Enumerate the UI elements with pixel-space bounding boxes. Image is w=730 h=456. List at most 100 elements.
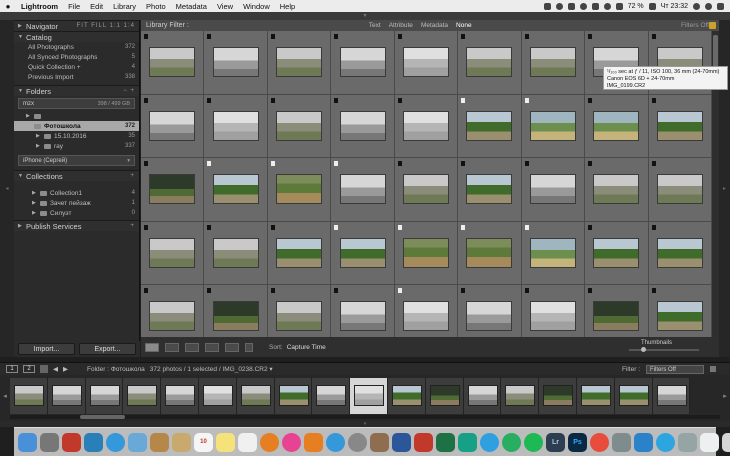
filmstrip-thumbnail[interactable] — [51, 385, 82, 406]
flag-icon[interactable] — [144, 97, 148, 103]
battery-icon[interactable] — [648, 2, 656, 10]
window-2-button[interactable]: 2 — [23, 365, 35, 373]
filter-text-tab[interactable]: Text — [369, 22, 381, 29]
photo-thumbnail[interactable] — [339, 47, 386, 78]
flag-icon[interactable] — [207, 97, 212, 103]
notes-app-icon[interactable] — [150, 432, 169, 452]
photo-thumbnail[interactable] — [402, 237, 449, 268]
people-view-icon[interactable] — [225, 342, 239, 352]
filmstrip-filter-select[interactable]: Filters Off — [646, 364, 704, 374]
filmstrip-cell[interactable] — [539, 378, 577, 414]
chevron-right-icon[interactable]: ▶ — [36, 133, 44, 139]
photo-thumbnail[interactable] — [529, 174, 576, 205]
grid-icon[interactable] — [40, 365, 48, 373]
survey-view-icon[interactable] — [205, 342, 219, 352]
photo-grid-cell[interactable] — [394, 221, 459, 285]
burn-app-icon[interactable] — [590, 432, 609, 452]
dictionary-icon[interactable] — [370, 432, 389, 452]
word-icon[interactable] — [392, 432, 411, 452]
photo-thumbnail[interactable] — [593, 174, 640, 205]
photo-grid-cell[interactable] — [141, 221, 205, 285]
folder-item-ray[interactable]: ▶ ray 337 — [14, 141, 139, 151]
filmstrip-thumbnail[interactable] — [202, 385, 233, 406]
catalog-item-quick-collection[interactable]: Quick Collection + 4 — [14, 62, 139, 72]
filter-metadata-tab[interactable]: Metadata — [421, 22, 448, 29]
photo-thumbnail[interactable] — [529, 110, 576, 141]
filmstrip-thumbnail[interactable] — [354, 385, 385, 406]
photo-thumbnail[interactable] — [212, 174, 259, 205]
photo-grid-cell[interactable] — [331, 94, 395, 158]
filmstrip-cell[interactable] — [425, 378, 464, 414]
filmstrip-scrollbar-thumb[interactable] — [80, 415, 125, 419]
catalog-header[interactable]: ▼ Catalog — [14, 31, 139, 42]
photo-grid-cell[interactable] — [267, 158, 332, 222]
photo-grid-cell[interactable] — [141, 31, 205, 95]
photo-thumbnail[interactable] — [466, 47, 513, 78]
filmstrip-cell[interactable] — [312, 378, 351, 414]
filmstrip-cell[interactable] — [85, 378, 124, 414]
photo-thumbnail[interactable] — [276, 174, 323, 205]
flag-icon[interactable] — [397, 224, 402, 230]
flag-icon[interactable] — [588, 161, 593, 166]
filmstrip-thumbnail[interactable] — [391, 385, 422, 406]
filmstrip-thumbnail[interactable] — [14, 385, 44, 406]
spotify-icon[interactable] — [524, 432, 543, 452]
thumbnail-size-slider-handle[interactable] — [641, 347, 646, 352]
lock-icon[interactable] — [709, 22, 716, 29]
flag-icon[interactable] — [397, 288, 402, 293]
notification-center-icon[interactable] — [717, 2, 724, 10]
photo-thumbnail[interactable] — [402, 174, 449, 205]
filmstrip-thumbnail[interactable] — [543, 385, 574, 406]
photo-thumbnail[interactable] — [149, 237, 196, 268]
photo-grid-cell[interactable] — [521, 158, 586, 222]
photo-grid-cell[interactable] — [141, 158, 205, 222]
photo-grid-cell[interactable] — [267, 94, 332, 158]
menu-photo[interactable]: Photo — [141, 2, 171, 11]
folder-path[interactable]: Folder : Фотошкола — [87, 366, 145, 373]
mail-icon[interactable] — [128, 432, 147, 452]
flag-icon[interactable] — [524, 288, 529, 293]
flag-icon[interactable] — [207, 288, 212, 293]
flag-icon[interactable] — [270, 97, 275, 103]
drive-icon[interactable] — [567, 2, 575, 10]
photo-grid-cell[interactable] — [141, 285, 205, 337]
chevron-right-icon[interactable]: ▶ — [32, 210, 40, 216]
photo-grid-cell[interactable] — [521, 285, 586, 337]
chevron-down-icon[interactable]: ▼ — [26, 123, 34, 129]
device-iphone[interactable]: iPhone (Сергей) ▾ — [18, 155, 135, 166]
filmstrip-cell[interactable] — [274, 378, 313, 414]
flag-icon[interactable] — [270, 288, 275, 293]
photo-grid-cell[interactable] — [394, 285, 459, 337]
menu-window[interactable]: Window — [238, 2, 275, 11]
photo-thumbnail[interactable] — [656, 237, 703, 268]
flag-icon[interactable] — [461, 288, 466, 293]
photo-grid-cell[interactable] — [458, 158, 522, 222]
photo-thumbnail[interactable] — [276, 237, 323, 268]
reminders-icon[interactable] — [238, 432, 257, 452]
filmstrip-cell[interactable] — [161, 378, 199, 414]
flag-icon[interactable] — [588, 224, 593, 230]
photo-grid-cell[interactable] — [394, 31, 459, 95]
flag-icon[interactable] — [144, 288, 148, 293]
photo-grid-cell[interactable] — [648, 158, 712, 222]
folders-add-remove-button[interactable]: − + — [123, 88, 135, 94]
top-panel-toggle[interactable]: ▾ — [0, 12, 730, 20]
photo-thumbnail[interactable] — [529, 301, 576, 332]
photo-thumbnail[interactable] — [529, 47, 576, 78]
photo-thumbnail[interactable] — [276, 47, 323, 78]
photo-grid-cell[interactable] — [648, 285, 712, 337]
sync-icon[interactable] — [555, 2, 563, 10]
window-1-button[interactable]: 1 — [6, 365, 18, 373]
flag-icon[interactable] — [334, 97, 339, 103]
filmstrip-thumbnail[interactable] — [240, 385, 271, 406]
flag-icon[interactable] — [651, 34, 656, 39]
photo-grid-cell[interactable] — [394, 94, 459, 158]
photo-grid-cell[interactable] — [204, 285, 268, 337]
folder-placeholder-row[interactable]: ▶ — [14, 111, 139, 121]
itunes-icon[interactable] — [282, 432, 301, 452]
lightroom-icon[interactable]: Lr — [546, 432, 565, 452]
filmstrip-thumbnail[interactable] — [316, 385, 347, 406]
photo-grid-cell[interactable] — [204, 94, 268, 158]
photo-thumbnail[interactable] — [212, 301, 259, 332]
folders-header[interactable]: ▼ Folders − + — [14, 85, 139, 96]
